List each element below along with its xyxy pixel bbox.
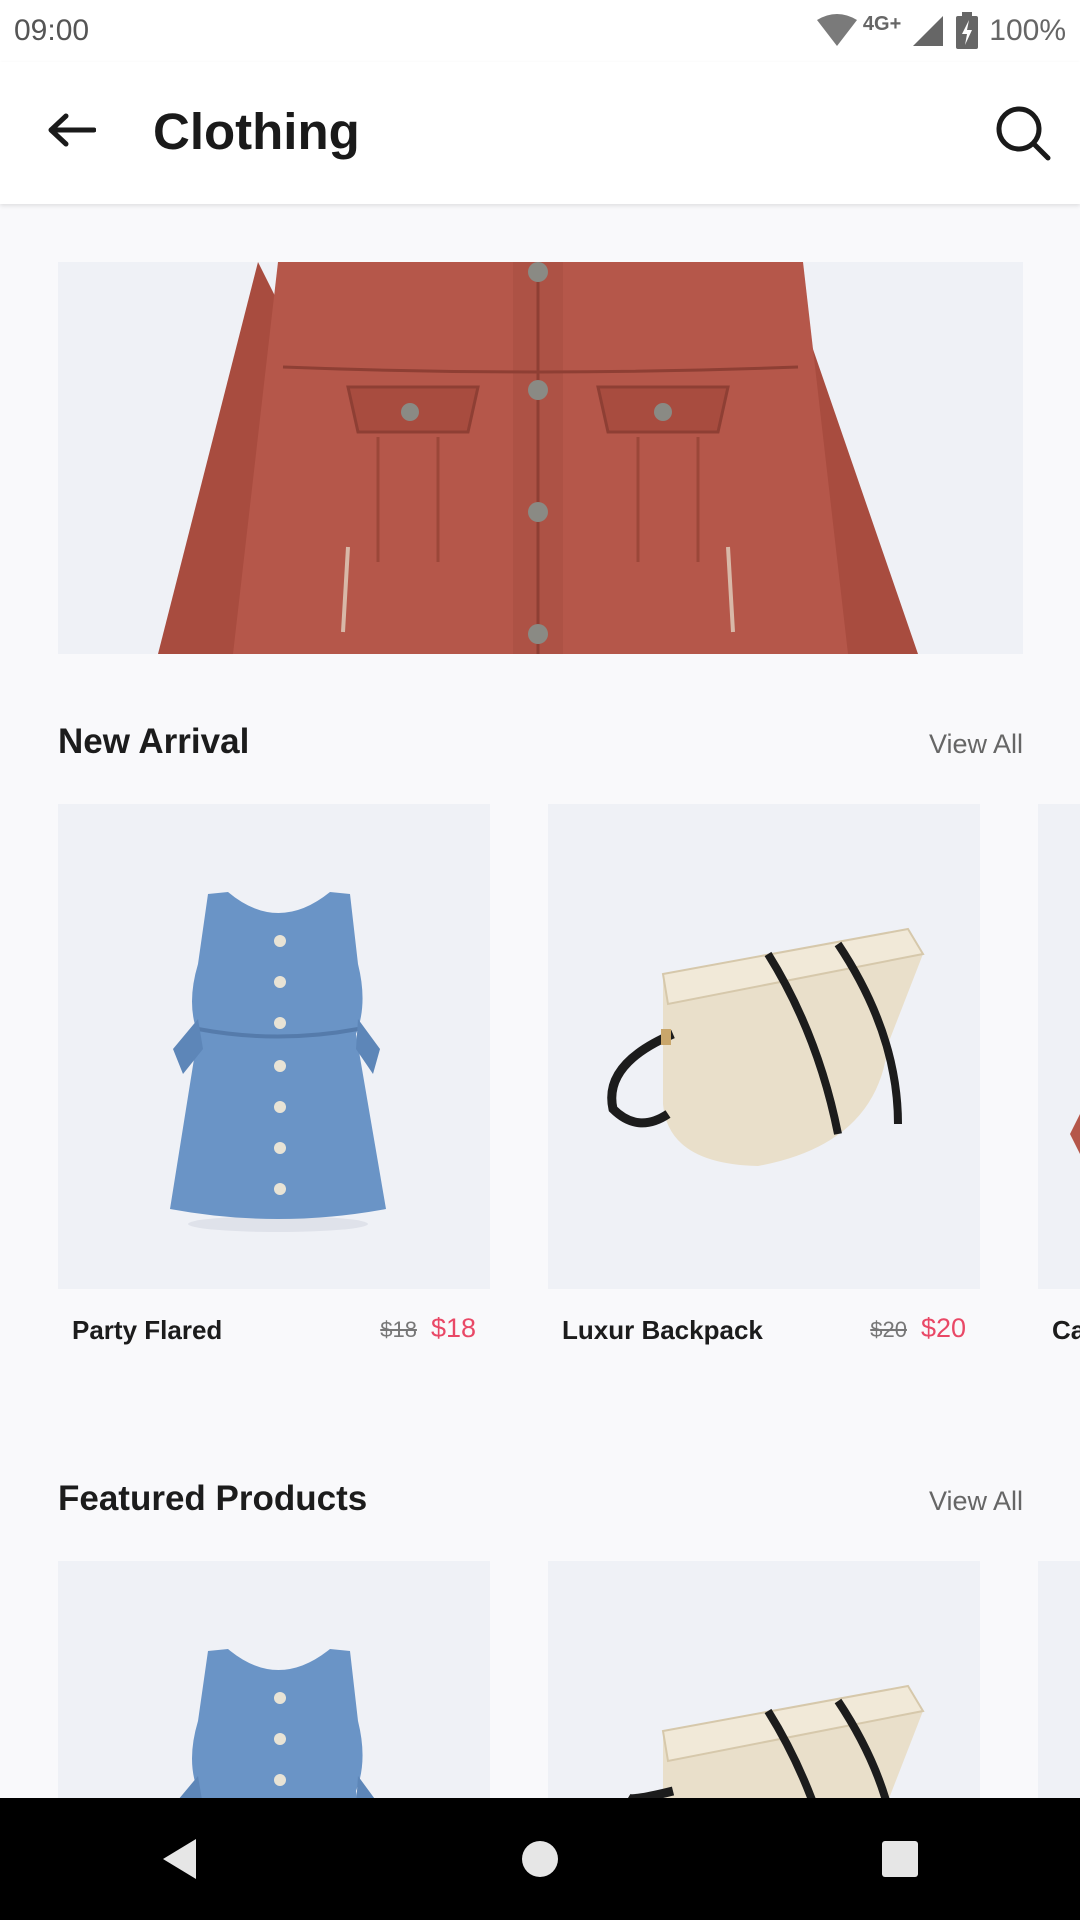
featured-product-card[interactable]: [58, 1561, 490, 1798]
product-card-partial[interactable]: Ca: [1038, 804, 1080, 1349]
jacket-image: [158, 262, 918, 654]
network-type-label: 4G+: [862, 12, 902, 35]
sale-price: $20: [920, 1313, 966, 1343]
canvas-bag-image: [628, 1684, 925, 1798]
hero-banner[interactable]: [58, 262, 1023, 654]
recents-square-icon: [882, 1841, 918, 1877]
product-image: [1038, 804, 1080, 1289]
system-nav-bar: [0, 1798, 1080, 1920]
featured-products-title: Featured Products: [58, 1479, 368, 1518]
featured-product-card[interactable]: [548, 1561, 980, 1798]
app-bar: Clothing: [0, 62, 1080, 204]
product-name: Ca: [1052, 1315, 1080, 1345]
nav-back-button[interactable]: [140, 1819, 220, 1899]
new-arrival-title: New Arrival: [58, 722, 250, 761]
wifi-icon: [816, 14, 857, 46]
denim-dress-image: [179, 1649, 375, 1798]
product-prices: $20 $20: [870, 1313, 966, 1344]
old-price: $18: [380, 1317, 417, 1342]
back-triangle-icon: [163, 1839, 196, 1879]
canvas-bag-image: [607, 927, 925, 1166]
arrow-left-icon: [48, 113, 96, 147]
status-icons: 4G+ 100%: [815, 12, 1066, 50]
back-button[interactable]: [38, 102, 104, 158]
status-time: 09:00: [14, 14, 90, 47]
cell-signal-icon: [913, 16, 944, 46]
product-card[interactable]: Party Flared $18 $18: [58, 804, 490, 1349]
battery-percent: 100%: [989, 14, 1066, 47]
denim-dress-image: [170, 892, 386, 1232]
product-image: [548, 1561, 980, 1798]
product-info: Luxur Backpack $20 $20: [548, 1289, 980, 1349]
battery-charging-icon: [956, 12, 979, 49]
featured-product-card-partial[interactable]: [1038, 1561, 1080, 1798]
product-name: Luxur Backpack: [562, 1315, 763, 1345]
product-name: Party Flared: [72, 1315, 223, 1345]
product-image: [58, 804, 490, 1289]
sale-price: $18: [430, 1313, 476, 1343]
product-card[interactable]: Luxur Backpack $20 $20: [548, 804, 980, 1349]
featured-view-all-link[interactable]: View All: [929, 1486, 1023, 1517]
product-image: [1038, 1561, 1080, 1798]
new-arrival-view-all-link[interactable]: View All: [929, 729, 1023, 760]
product-prices: $18 $18: [380, 1313, 476, 1344]
status-bar: 09:00 4G+ 100%: [0, 0, 1080, 62]
product-info: Party Flared $18 $18: [58, 1289, 490, 1349]
search-icon: [996, 106, 1051, 161]
product-image: [58, 1561, 490, 1798]
nav-recents-button[interactable]: [860, 1819, 940, 1899]
partial-product-image: [1070, 1114, 1080, 1154]
nav-home-button[interactable]: [500, 1819, 580, 1899]
home-circle-icon: [522, 1841, 558, 1877]
search-button[interactable]: [988, 98, 1058, 168]
page-title: Clothing: [153, 103, 360, 160]
product-image: [548, 804, 980, 1289]
product-info: Ca: [1038, 1289, 1080, 1349]
old-price: $20: [870, 1317, 907, 1342]
